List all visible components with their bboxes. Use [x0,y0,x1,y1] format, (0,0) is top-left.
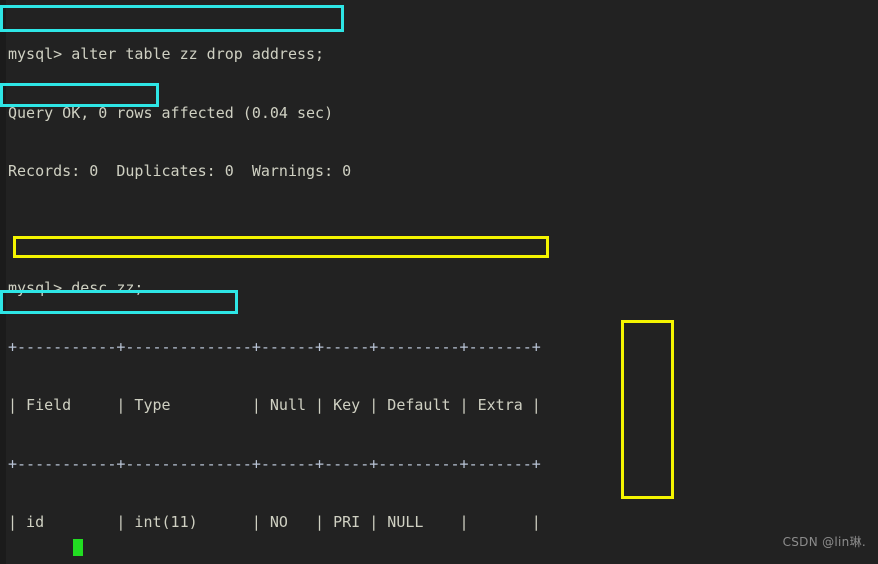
terminal-left-gutter [0,0,6,564]
desc-table-separator: +-----------+--------------+------+-----… [8,454,541,473]
terminal-window[interactable]: mysql> alter table zz drop address; Quer… [0,0,878,564]
text-cursor [73,539,83,556]
status-query-ok: Query OK, 0 rows affected (0.04 sec) [8,103,334,122]
csdn-watermark: CSDN @lin琳. [782,534,866,549]
command-line-desc[interactable]: mysql> desc zz; [8,279,640,299]
desc-table-header-row: | Field | Type | Null | Key | Default | … [8,396,541,414]
desc-table-row: | id | int(11) | NO | PRI | NULL | | [8,513,541,531]
terminal-screen: mysql> alter table zz drop address; Quer… [8,6,640,564]
command-line-alter[interactable]: mysql> alter table zz drop address; [8,45,640,65]
desc-table-top-border: +-----------+--------------+------+-----… [8,337,541,356]
status-records: Records: 0 Duplicates: 0 Warnings: 0 [8,162,352,180]
